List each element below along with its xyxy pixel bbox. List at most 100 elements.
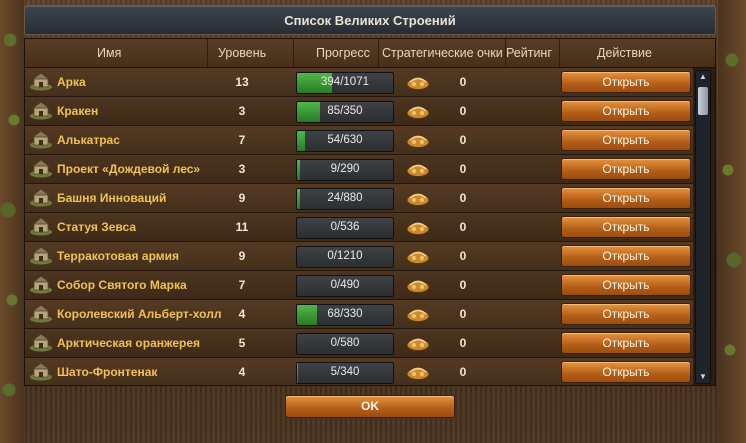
strategy-points-icon xyxy=(405,363,431,381)
progress-bar: 68/330 xyxy=(296,304,394,326)
progress-bar: 24/880 xyxy=(296,188,394,210)
strategy-points-icon xyxy=(405,160,431,178)
progress-bar: 5/340 xyxy=(296,362,394,384)
building-level: 11 xyxy=(235,220,249,234)
open-button[interactable]: Открыть xyxy=(561,303,691,325)
table-row: Королевский Альберт-холл 4 68/330 0 Открыть xyxy=(25,300,693,329)
building-level: 7 xyxy=(238,133,246,147)
table-row: Собор Святого Марка 7 0/490 0 Открыть xyxy=(25,271,693,300)
scroll-up-icon[interactable]: ▲ xyxy=(696,71,710,83)
strategy-points-value: 0 xyxy=(459,278,467,292)
strategy-points-value: 0 xyxy=(459,133,467,147)
table-row: Терракотовая армия 9 0/1210 0 Открыть xyxy=(25,242,693,271)
open-button[interactable]: Открыть xyxy=(561,100,691,122)
building-name: Статуя Зевса xyxy=(57,220,137,234)
building-level: 5 xyxy=(238,336,246,350)
strategy-points-value: 0 xyxy=(459,75,467,89)
open-button[interactable]: Открыть xyxy=(561,71,691,93)
building-name: Королевский Альберт-холл xyxy=(57,307,222,321)
building-name: Арка xyxy=(57,75,86,89)
building-icon xyxy=(29,304,53,323)
scroll-thumb[interactable] xyxy=(698,87,708,115)
col-header-name[interactable]: Имя xyxy=(97,46,121,60)
ok-button[interactable]: OK xyxy=(285,395,455,418)
strategy-points-icon xyxy=(405,102,431,120)
open-button[interactable]: Открыть xyxy=(561,332,691,354)
building-name: Собор Святого Марка xyxy=(57,278,187,292)
strategy-points-value: 0 xyxy=(459,336,467,350)
dialog-title: Список Великих Строений xyxy=(24,5,716,35)
progress-text: 0/536 xyxy=(330,221,360,233)
vertical-scrollbar[interactable]: ▲ ▼ xyxy=(695,70,711,384)
col-header-action: Действие xyxy=(597,46,652,60)
progress-text: 24/880 xyxy=(327,192,363,204)
open-button[interactable]: Открыть xyxy=(561,274,691,296)
strategy-points-icon xyxy=(405,247,431,265)
building-level: 9 xyxy=(238,249,246,263)
col-header-level[interactable]: Уровень xyxy=(218,46,266,60)
building-icon xyxy=(29,275,53,294)
building-level: 7 xyxy=(238,278,246,292)
frame-decoration-left xyxy=(0,0,24,443)
progress-text: 0/580 xyxy=(330,337,360,349)
strategy-points-value: 0 xyxy=(459,220,467,234)
scroll-down-icon[interactable]: ▼ xyxy=(696,371,710,383)
building-name: Проект «Дождевой лес» xyxy=(57,162,201,176)
strategy-points-value: 0 xyxy=(459,365,467,379)
building-level: 4 xyxy=(238,307,246,321)
building-icon xyxy=(29,362,53,381)
building-icon xyxy=(29,217,53,236)
open-button[interactable]: Открыть xyxy=(561,245,691,267)
table-header: Имя Уровень Прогресс Стратегические очки… xyxy=(25,39,715,68)
building-icon xyxy=(29,159,53,178)
strategy-points-value: 0 xyxy=(459,307,467,321)
strategy-points-icon xyxy=(405,276,431,294)
progress-text: 68/330 xyxy=(327,308,363,320)
progress-bar: 54/630 xyxy=(296,130,394,152)
progress-text: 9/290 xyxy=(330,163,360,175)
table-row: Арка 13 394/1071 0 Открыть xyxy=(25,68,693,97)
col-header-strategy-points[interactable]: Стратегические очки xyxy=(382,46,506,60)
open-button[interactable]: Открыть xyxy=(561,187,691,209)
building-icon xyxy=(29,101,53,120)
open-button[interactable]: Открыть xyxy=(561,158,691,180)
col-header-rating[interactable]: Рейтинг xyxy=(506,46,552,60)
table-row: Кракен 3 85/350 0 Открыть xyxy=(25,97,693,126)
progress-bar: 0/536 xyxy=(296,217,394,239)
strategy-points-value: 0 xyxy=(459,249,467,263)
building-level: 3 xyxy=(238,104,246,118)
building-icon xyxy=(29,333,53,352)
building-level: 4 xyxy=(238,365,246,379)
table-row: Арктическая оранжерея 5 0/580 0 Открыть xyxy=(25,329,693,358)
progress-bar: 0/490 xyxy=(296,275,394,297)
building-name: Алькатрас xyxy=(57,133,120,147)
frame-decoration-right xyxy=(718,0,746,443)
progress-text: 85/350 xyxy=(327,105,363,117)
progress-text: 0/1210 xyxy=(327,250,363,262)
building-icon xyxy=(29,72,53,91)
strategy-points-icon xyxy=(405,218,431,236)
open-button[interactable]: Открыть xyxy=(561,361,691,383)
progress-text: 0/490 xyxy=(330,279,360,291)
table-row: Башня Инноваций 9 24/880 0 Открыть xyxy=(25,184,693,213)
progress-bar: 0/580 xyxy=(296,333,394,355)
col-header-progress[interactable]: Прогресс xyxy=(316,46,370,60)
strategy-points-value: 0 xyxy=(459,162,467,176)
open-button[interactable]: Открыть xyxy=(561,129,691,151)
great-buildings-table: Имя Уровень Прогресс Стратегические очки… xyxy=(24,38,716,386)
progress-text: 394/1071 xyxy=(321,76,369,88)
progress-text: 5/340 xyxy=(330,366,360,378)
table-row: Алькатрас 7 54/630 0 Открыть xyxy=(25,126,693,155)
building-name: Башня Инноваций xyxy=(57,191,167,205)
open-button[interactable]: Открыть xyxy=(561,216,691,238)
progress-bar: 0/1210 xyxy=(296,246,394,268)
building-level: 3 xyxy=(238,162,246,176)
progress-bar: 394/1071 xyxy=(296,72,394,94)
building-icon xyxy=(29,246,53,265)
progress-text: 54/630 xyxy=(327,134,363,146)
building-icon xyxy=(29,130,53,149)
strategy-points-value: 0 xyxy=(459,104,467,118)
building-name: Арктическая оранжерея xyxy=(57,336,201,350)
table-body: Арка 13 394/1071 0 Открыть Кракен 3 85/350 0 Откр… xyxy=(25,68,693,385)
building-name: Кракен xyxy=(57,104,99,118)
